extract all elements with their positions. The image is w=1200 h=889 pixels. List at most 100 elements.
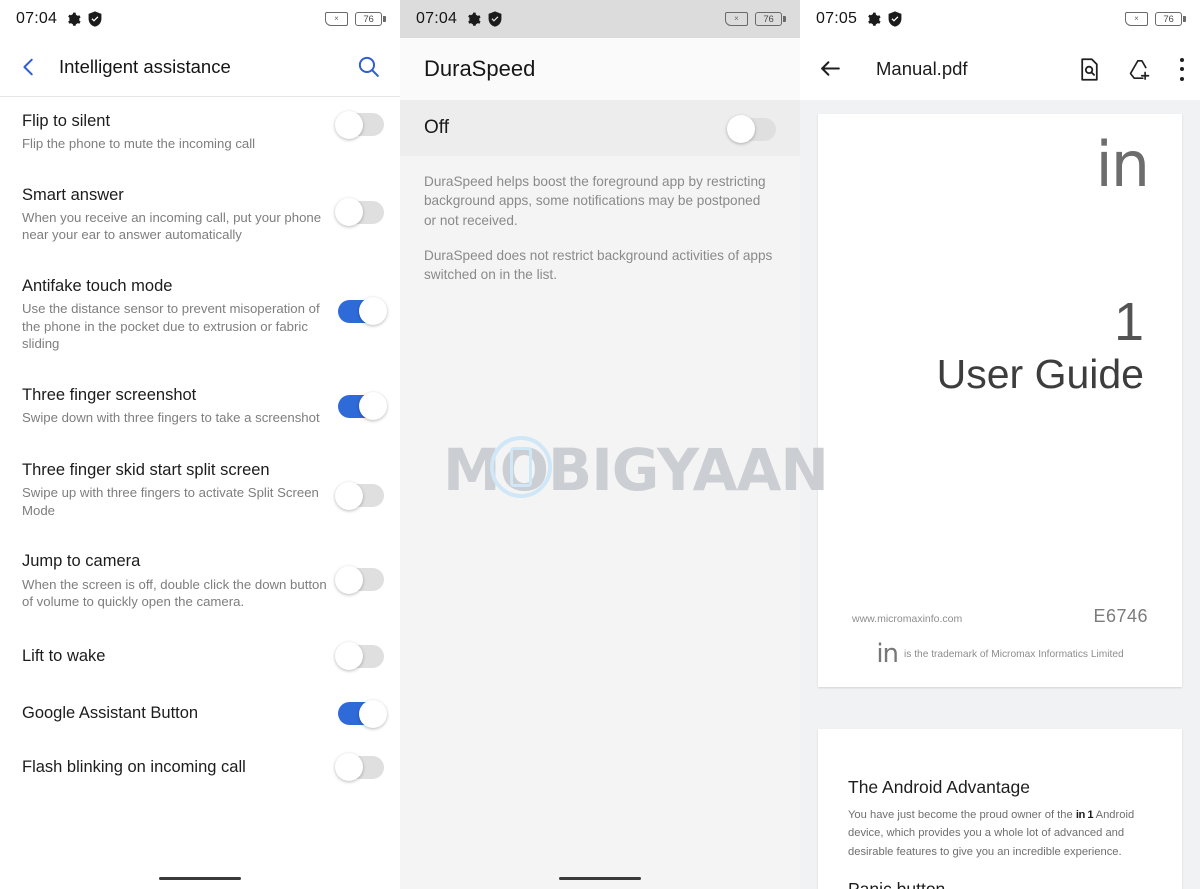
setting-title: Jump to camera (22, 552, 141, 571)
setting-row-google-assistant-button[interactable]: Google Assistant Button (0, 688, 400, 740)
setting-description: Flip the phone to mute the incoming call (22, 136, 256, 152)
pdf-cover-hero: 1 User Guide (852, 295, 1148, 398)
app-bar: Intelligent assistance (0, 38, 400, 96)
duraspeed-state-label: Off (424, 117, 449, 138)
setting-texts: Smart answer When you receive an incomin… (22, 185, 338, 244)
pdf-page-2: The Android Advantage You have just beco… (818, 729, 1182, 889)
toggle-three-finger-screenshot[interactable] (338, 392, 387, 421)
setting-description: Swipe down with three fingers to take a … (22, 409, 320, 425)
toggle-knob (335, 198, 363, 227)
more-options-icon[interactable] (1179, 57, 1184, 81)
find-in-page-icon[interactable] (1077, 57, 1102, 82)
status-bar-left-icons (66, 11, 102, 27)
setting-row-lift-to-wake[interactable]: Lift to wake (0, 625, 400, 688)
micromax-in-logo-small: in (876, 639, 899, 670)
setting-row-flash-blinking-on-incoming-call[interactable]: Flash blinking on incoming call (0, 740, 400, 793)
toggle-lift-to-wake[interactable] (335, 642, 384, 671)
setting-texts: Flash blinking on incoming call (22, 757, 338, 778)
pdf-section-heading-2-row: Panic button (848, 879, 1152, 889)
battery-level: 76 (755, 12, 782, 26)
setting-description: When the screen is off, double click the… (22, 576, 327, 610)
toggle-jump-to-camera[interactable] (335, 565, 384, 594)
pdf-document-canvas[interactable]: in 1 User Guide www.micromaxinfo.com E67… (800, 100, 1200, 889)
three-panel-screenshot-composite: 07:04 × 76 Intelligent assistance Flip t… (0, 0, 1200, 889)
setting-texts: Jump to camera When the screen is off, d… (22, 551, 338, 610)
pdf-app-bar: Manual.pdf (800, 38, 1200, 100)
back-arrow-icon[interactable] (16, 54, 42, 80)
pdf-inline-product-name: in 1 (1075, 809, 1094, 821)
pdf-trademark-text: is the trademark of Micromax Informatics… (904, 649, 1124, 661)
setting-title: Antifake touch mode (22, 276, 173, 295)
setting-row-jump-to-camera[interactable]: Jump to camera When the screen is off, d… (0, 533, 400, 624)
toggle-three-finger-skid-split-screen[interactable] (335, 481, 384, 510)
status-bar-time: 07:04 (16, 10, 58, 27)
pdf-toolbar-actions (1077, 57, 1184, 82)
setting-row-flip-to-silent[interactable]: Flip to silent Flip the phone to mute th… (0, 97, 400, 167)
toggle-duraspeed[interactable] (727, 115, 776, 143)
toggle-smart-answer[interactable] (335, 198, 384, 227)
setting-title: Three finger screenshot (22, 385, 197, 404)
toggle-flash-blinking-on-incoming-call[interactable] (335, 753, 384, 782)
search-icon[interactable] (356, 54, 382, 80)
add-to-drive-icon[interactable] (1128, 57, 1153, 82)
toggle-antifake-touch-mode[interactable] (338, 297, 387, 326)
panel-duraspeed: 07:04 × 76 DuraSpeed Off DuraSpeed helps… (400, 0, 800, 889)
pdf-model-number: 1 (1113, 291, 1144, 352)
gesture-navigation-bar[interactable] (0, 877, 400, 880)
pdf-page-1: in 1 User Guide www.micromaxinfo.com E67… (818, 114, 1182, 687)
gesture-handle[interactable] (559, 877, 641, 880)
page-title: DuraSpeed (424, 56, 536, 81)
duraspeed-master-switch-row[interactable]: Off (400, 100, 800, 156)
panel-pdf-viewer: 07:05 × 76 Manual.pdf in 1 User Guide ww… (800, 0, 1200, 889)
setting-texts: Flip to silent Flip the phone to mute th… (22, 111, 338, 153)
setting-texts: Antifake touch mode Use the distance sen… (22, 276, 338, 353)
status-bar-right-icons: × 76 (1125, 12, 1186, 26)
pdf-section-heading-2: Panic button (848, 879, 945, 889)
toggle-knob (359, 297, 387, 326)
duraspeed-title-bar: DuraSpeed (400, 38, 800, 100)
toggle-knob (335, 110, 363, 139)
toggle-knob (359, 392, 387, 421)
duraspeed-paragraph-1: DuraSpeed helps boost the foreground app… (424, 174, 766, 228)
duraspeed-description: DuraSpeed helps boost the foreground app… (400, 156, 800, 285)
toggle-knob (359, 699, 387, 728)
setting-description: When you receive an incoming call, put y… (22, 209, 322, 243)
status-bar-time: 07:04 (416, 10, 458, 27)
shield-icon (488, 11, 502, 27)
pdf-cover-footer: www.micromaxinfo.com E6746 in is the tra… (852, 606, 1148, 670)
micromax-in-logo: in (1095, 128, 1150, 201)
status-bar-time: 07:05 (816, 10, 858, 27)
setting-texts: Three finger screenshot Swipe down with … (22, 385, 338, 427)
pdf-footer-row: www.micromaxinfo.com E6746 (852, 606, 1148, 627)
battery-icon: 76 (355, 12, 386, 26)
settings-list: Flip to silent Flip the phone to mute th… (0, 97, 400, 793)
battery-icon: 76 (1155, 12, 1186, 26)
setting-texts: Three finger skid start split screen Swi… (22, 460, 338, 519)
gesture-navigation-bar[interactable] (400, 877, 800, 880)
battery-level: 76 (355, 12, 382, 26)
status-bar: 07:04 × 76 (0, 0, 400, 38)
pdf-model-code: E6746 (1093, 606, 1148, 627)
setting-description: Swipe up with three fingers to activate … (22, 485, 319, 518)
battery-cap (1183, 16, 1186, 22)
gear-icon (466, 12, 481, 27)
status-bar: 07:05 × 76 (800, 0, 1200, 38)
gesture-handle[interactable] (159, 877, 241, 880)
back-arrow-icon[interactable] (818, 56, 844, 82)
duraspeed-toggle-wrap (727, 115, 776, 143)
toggle-knob (335, 642, 363, 671)
setting-row-antifake-touch-mode[interactable]: Antifake touch mode Use the distance sen… (0, 258, 400, 367)
setting-texts: Google Assistant Button (22, 703, 338, 724)
setting-title: Google Assistant Button (22, 704, 199, 723)
pdf-page-gap (800, 687, 1200, 729)
setting-row-smart-answer[interactable]: Smart answer When you receive an incomin… (0, 167, 400, 258)
setting-title: Smart answer (22, 185, 124, 204)
pdf-file-name: Manual.pdf (876, 58, 968, 79)
setting-texts: Lift to wake (22, 646, 338, 667)
gear-icon (66, 12, 81, 27)
setting-row-three-finger-screenshot[interactable]: Three finger screenshot Swipe down with … (0, 367, 400, 441)
toggle-google-assistant-button[interactable] (338, 699, 387, 728)
toggle-flip-to-silent[interactable] (335, 110, 384, 139)
setting-row-three-finger-skid-split-screen[interactable]: Three finger skid start split screen Swi… (0, 440, 400, 533)
status-bar: 07:04 × 76 (400, 0, 800, 38)
